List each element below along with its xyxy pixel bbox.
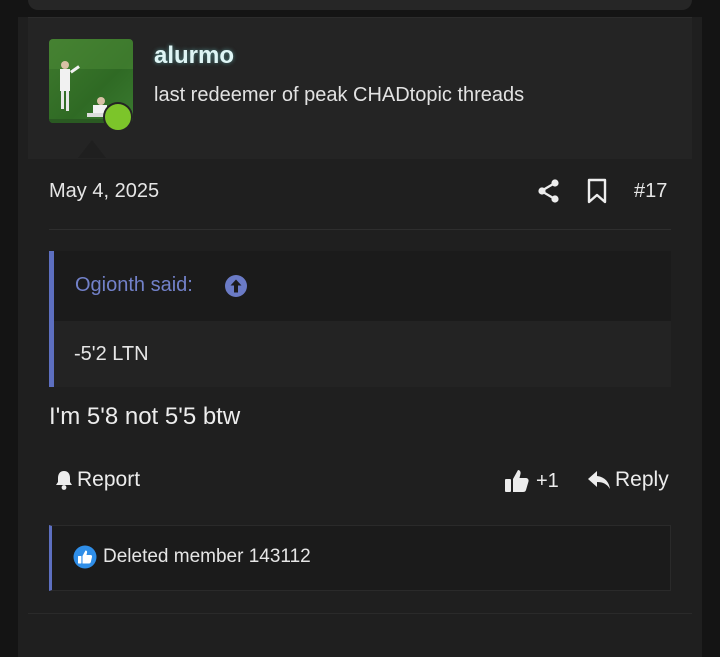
arrow-up-circle-icon[interactable] — [224, 274, 248, 298]
online-status-indicator — [103, 102, 133, 132]
quote-text: -5'2 LTN — [74, 343, 149, 365]
username[interactable]: alurmo — [154, 42, 234, 70]
post-date[interactable]: May 4, 2025 — [49, 180, 159, 203]
share-icon[interactable] — [537, 178, 561, 204]
thumbs-up-icon — [505, 470, 529, 492]
user-title: last redeemer of peak CHADtopic threads — [154, 84, 525, 106]
reaction-users[interactable]: Deleted member 143112 — [103, 546, 311, 568]
reply-label: Reply — [615, 468, 669, 491]
post-number-link[interactable]: #17 — [634, 180, 667, 203]
report-button[interactable]: Report — [53, 468, 140, 492]
previous-post-edge — [28, 0, 692, 10]
quote-author[interactable]: Ogionth said: — [75, 274, 193, 297]
bookmark-icon[interactable] — [586, 178, 608, 204]
like-count: +1 — [536, 469, 559, 492]
report-label: Report — [77, 468, 141, 491]
reactions-bar[interactable]: Deleted member 143112 — [49, 525, 671, 591]
like-icon — [73, 545, 97, 569]
bell-icon — [56, 471, 72, 490]
post-message: I'm 5'8 not 5'5 btw — [49, 403, 241, 430]
reply-arrow-icon — [588, 471, 610, 489]
quote-block: Ogionth said: -5'2 LTN — [49, 251, 671, 387]
header-divider — [49, 229, 671, 230]
like-button[interactable]: +1 — [504, 468, 559, 494]
quote-body: -5'2 LTN — [54, 321, 671, 387]
reply-button[interactable]: Reply — [587, 468, 669, 492]
footer-divider — [28, 613, 692, 614]
quote-header: Ogionth said: — [54, 251, 671, 321]
user-header-pointer — [78, 140, 106, 158]
